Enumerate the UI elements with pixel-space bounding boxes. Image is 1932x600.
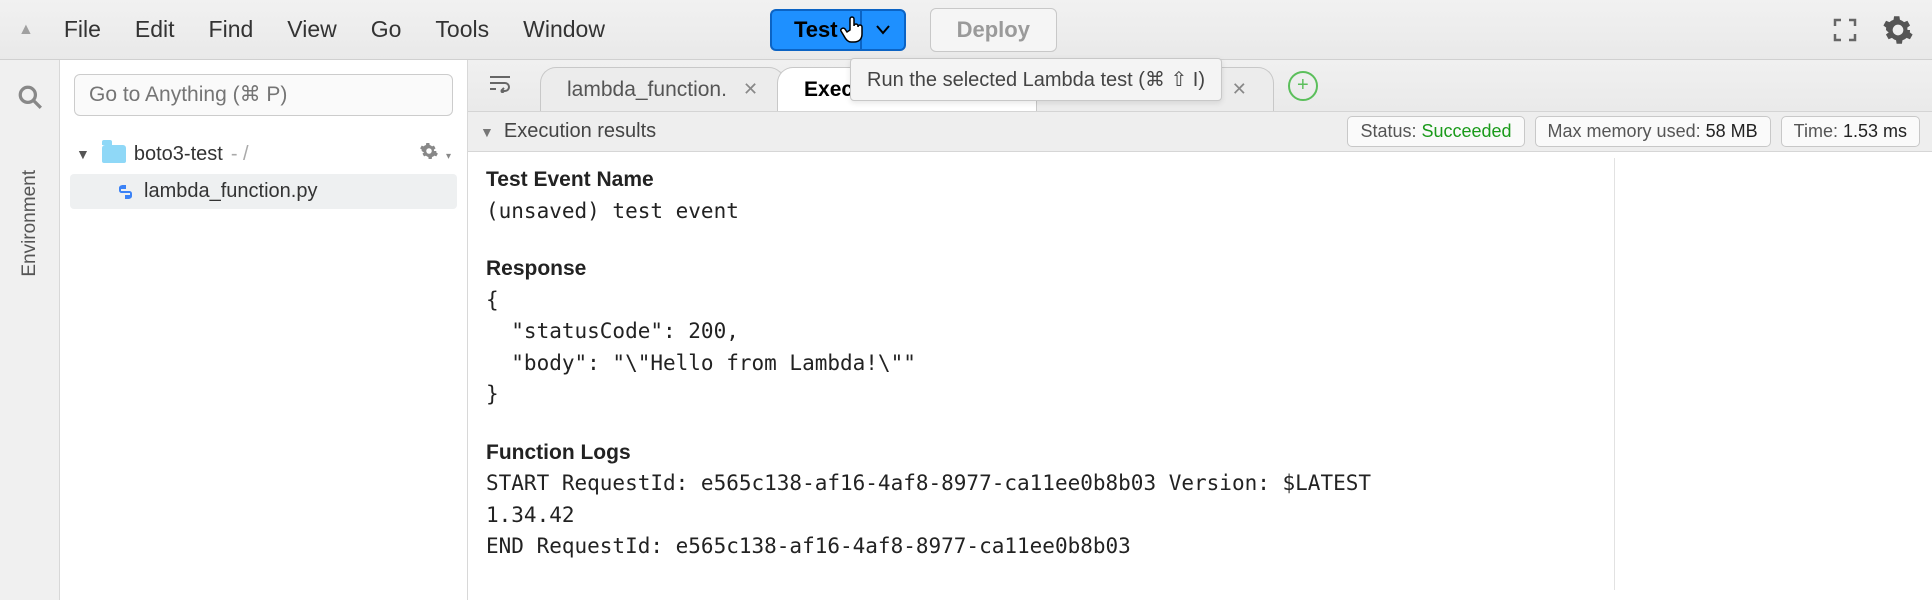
menu-go[interactable]: Go xyxy=(371,16,402,43)
menu-file[interactable]: File xyxy=(64,16,101,43)
topbar-right-icons xyxy=(1832,14,1914,46)
logs-body: START RequestId: e565c138-af16-4af8-8977… xyxy=(486,468,1604,563)
test-event-head: Test Event Name xyxy=(486,164,1604,196)
memory-value: 58 MB xyxy=(1706,121,1758,141)
project-folder-name: boto3-test xyxy=(134,143,223,166)
project-folder-suffix: - / xyxy=(231,143,249,166)
environment-panel-label[interactable]: Environment xyxy=(19,170,41,277)
test-button-group: Test xyxy=(770,9,906,51)
memory-pill: Max memory used: 58 MB xyxy=(1535,116,1771,147)
project-folder-row[interactable]: ▼ boto3-test - / ▾ xyxy=(70,134,457,174)
status-pills: Status: Succeeded Max memory used: 58 MB… xyxy=(1347,116,1920,147)
menu-edit[interactable]: Edit xyxy=(135,16,175,43)
fullscreen-icon[interactable] xyxy=(1832,17,1858,43)
test-tooltip: Run the selected Lambda test (⌘ ⇧ I) xyxy=(850,58,1222,101)
status-label: Status: xyxy=(1360,121,1421,141)
test-dropdown-button[interactable] xyxy=(860,9,906,51)
chevron-down-icon[interactable]: ▼ xyxy=(480,124,494,140)
right-gutter xyxy=(1614,158,1914,590)
file-row-lambda-function[interactable]: lambda_function.py xyxy=(70,174,457,209)
execution-results-title: Execution results xyxy=(504,120,656,143)
execution-content: Test Event Name (unsaved) test event Res… xyxy=(468,152,1932,600)
status-pill: Status: Succeeded xyxy=(1347,116,1524,147)
project-gear-icon[interactable]: ▾ xyxy=(418,140,451,168)
test-event-value: (unsaved) test event xyxy=(486,196,1604,228)
file-tree: ▼ boto3-test - / ▾ lambda_function.py xyxy=(60,126,467,217)
collapse-icon[interactable]: ▲ xyxy=(18,21,34,39)
tab-label: lambda_function. xyxy=(567,78,727,102)
side-rail: Environment xyxy=(0,60,60,600)
deploy-button-label: Deploy xyxy=(957,17,1030,42)
tab-lambda-function[interactable]: lambda_function. ✕ xyxy=(540,67,785,111)
menu-find[interactable]: Find xyxy=(209,16,254,43)
time-pill: Time: 1.53 ms xyxy=(1781,116,1920,147)
close-icon[interactable]: ✕ xyxy=(743,79,758,100)
deploy-button[interactable]: Deploy xyxy=(930,8,1057,52)
chevron-down-icon: ▼ xyxy=(76,146,90,162)
action-buttons: Test Deploy xyxy=(770,8,1057,52)
editor-area: lambda_function. ✕ Execution results ✕ E… xyxy=(468,60,1932,600)
main-area: Environment ▼ boto3-test - / ▾ lambda_f xyxy=(0,60,1932,600)
add-tab-button[interactable]: + xyxy=(1288,71,1318,101)
menu-window[interactable]: Window xyxy=(523,16,605,43)
caret-down-icon xyxy=(876,25,890,35)
menu-group: File Edit Find View Go Tools Window xyxy=(64,16,605,43)
file-explorer: ▼ boto3-test - / ▾ lambda_function.py xyxy=(60,60,468,600)
close-icon[interactable]: ✕ xyxy=(1232,79,1247,100)
word-wrap-icon[interactable] xyxy=(488,73,512,98)
menu-tools[interactable]: Tools xyxy=(435,16,489,43)
time-value: 1.53 ms xyxy=(1843,121,1907,141)
execution-results-header: ▼ Execution results Status: Succeeded Ma… xyxy=(468,112,1932,152)
memory-label: Max memory used: xyxy=(1548,121,1706,141)
response-head: Response xyxy=(486,253,1604,285)
tooltip-text: Run the selected Lambda test (⌘ ⇧ I) xyxy=(867,69,1205,91)
test-button-label: Test xyxy=(794,17,838,43)
python-file-icon xyxy=(116,182,136,202)
menu-view[interactable]: View xyxy=(287,16,336,43)
status-value: Succeeded xyxy=(1421,121,1511,141)
file-name: lambda_function.py xyxy=(144,180,317,203)
settings-gear-icon[interactable] xyxy=(1882,14,1914,46)
folder-icon xyxy=(102,145,126,163)
top-menu-bar: ▲ File Edit Find View Go Tools Window Te… xyxy=(0,0,1932,60)
logs-head: Function Logs xyxy=(486,437,1604,469)
response-body: { "statusCode": 200, "body": "\"Hello fr… xyxy=(486,285,1604,411)
search-icon[interactable] xyxy=(17,84,43,110)
goto-anything-input[interactable] xyxy=(74,74,453,116)
test-button[interactable]: Test xyxy=(770,9,860,51)
time-label: Time: xyxy=(1794,121,1843,141)
